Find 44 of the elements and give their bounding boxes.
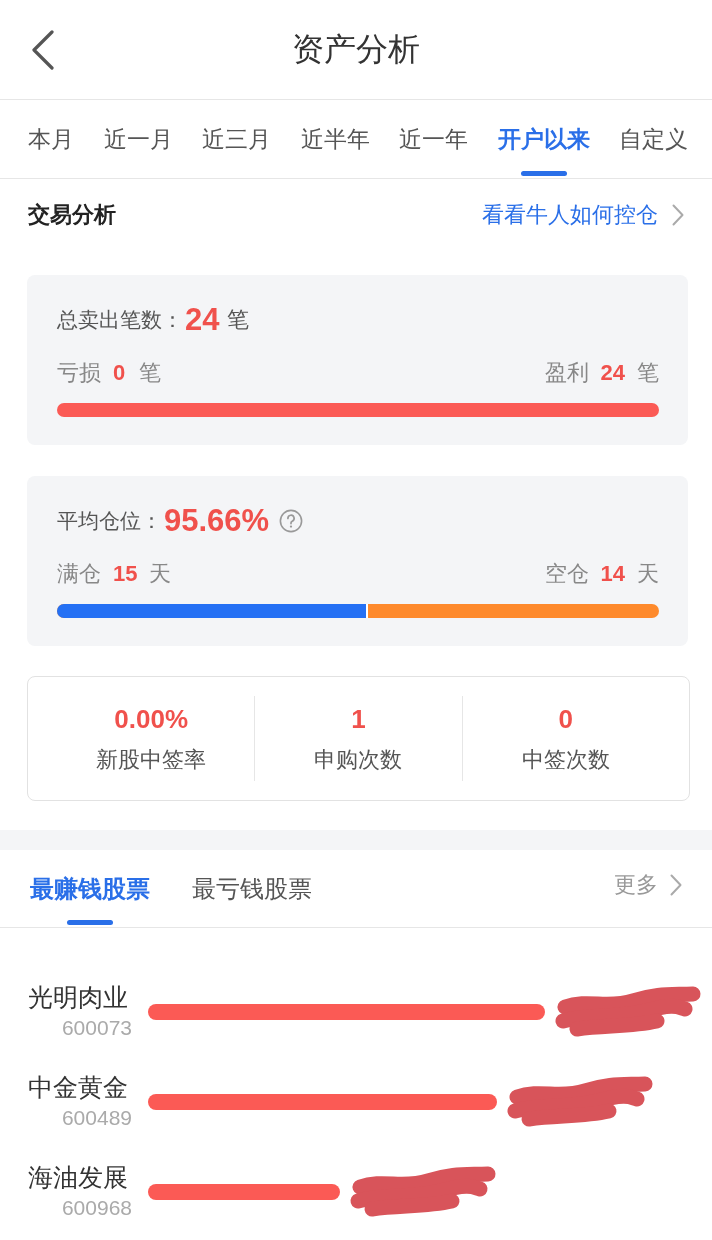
stat-count: 14	[600, 561, 625, 587]
stat-value: 0.00%	[114, 702, 189, 736]
stock-code: 600073	[60, 1015, 132, 1041]
chevron-right-icon	[672, 204, 684, 226]
stat-value: 0	[558, 702, 574, 736]
stat-unit: 笔	[139, 359, 161, 387]
card-unit: 笔	[227, 306, 250, 334]
card-label: 平均仓位：	[57, 508, 162, 534]
section-title: 交易分析	[28, 201, 116, 229]
stat-label: 中签次数	[521, 745, 610, 774]
stat-count: 0	[113, 360, 127, 386]
stock-tab[interactable]: 最赚钱股票	[30, 850, 150, 927]
stat-label: 亏损	[57, 359, 101, 387]
period-tab[interactable]: 近半年	[300, 100, 370, 178]
card-value: 95.66%	[164, 503, 270, 539]
chevron-left-icon	[31, 29, 55, 70]
period-tab[interactable]: 本月	[28, 100, 74, 178]
stat-label: 新股中签率	[96, 745, 207, 774]
period-tab[interactable]: 近一年	[399, 100, 468, 178]
stat-label: 满仓	[57, 560, 101, 588]
stock-code: 600489	[60, 1105, 132, 1131]
period-tab[interactable]: 近一月	[103, 100, 173, 178]
stat-label: 盈利	[544, 359, 589, 387]
page-title: 资产分析	[291, 29, 421, 69]
chevron-right-icon	[670, 873, 682, 896]
period-tab[interactable]: 开户以来	[497, 100, 590, 178]
stock-name: 海油发展	[28, 1162, 129, 1193]
stock-name: 光明肉业	[28, 982, 129, 1013]
position-tips-link[interactable]: 看看牛人如何控仓	[482, 200, 684, 230]
stock-code: 600968	[60, 1195, 132, 1221]
card-label: 总卖出笔数：	[57, 307, 183, 333]
stat-label: 空仓	[544, 560, 589, 588]
stat-count: 15	[113, 561, 138, 587]
stat-label: 申购次数	[314, 745, 403, 774]
stat-count: 24	[600, 360, 625, 386]
card-value: 24	[185, 302, 220, 338]
period-tab[interactable]: 自定义	[619, 100, 688, 178]
stat-unit: 天	[637, 560, 659, 588]
stock-name: 中金黄金	[28, 1072, 129, 1103]
stat-unit: 天	[149, 560, 172, 588]
stat-unit: 笔	[637, 359, 659, 387]
stat-value: 1	[351, 702, 366, 736]
stock-tab[interactable]: 最亏钱股票	[192, 850, 312, 927]
period-tab[interactable]: 近三月	[202, 100, 271, 178]
